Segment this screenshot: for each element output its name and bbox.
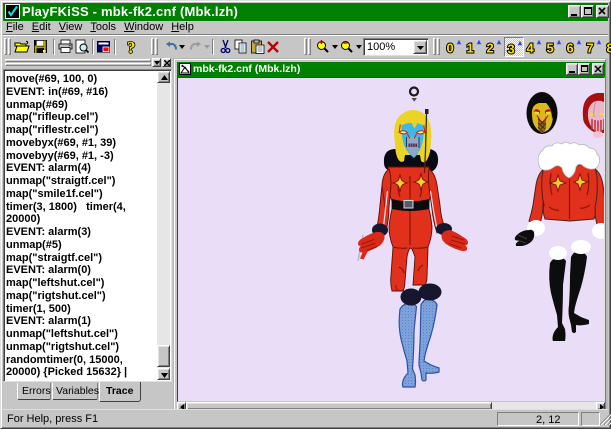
svg-text:2: 2 [487,41,494,56]
svg-text:?: ? [127,38,136,56]
svg-text:6: 6 [567,41,574,56]
svg-text:5: 5 [547,41,554,56]
svg-text:4: 4 [527,41,535,56]
svg-text:1: 1 [467,41,474,56]
svg-text:3: 3 [508,42,515,57]
svg-text:7: 7 [587,41,594,56]
svg-text:8: 8 [607,41,611,56]
svg-text:0: 0 [447,41,454,56]
